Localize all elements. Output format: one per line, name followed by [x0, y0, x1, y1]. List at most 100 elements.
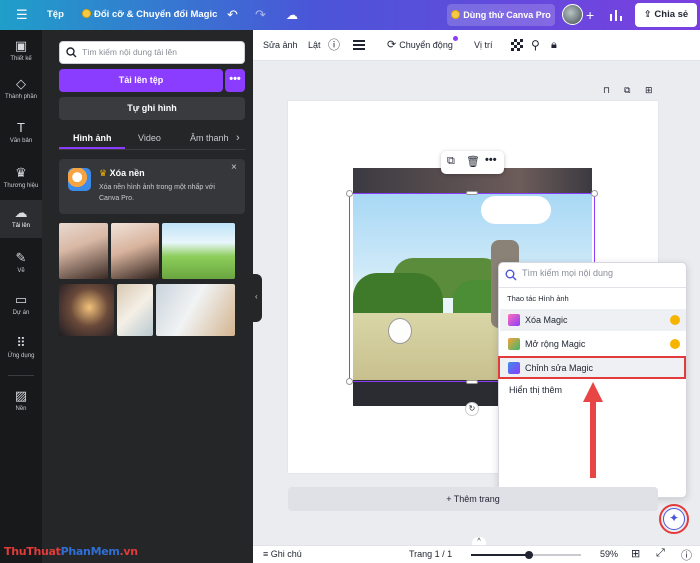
upload-thumbnail[interactable] — [117, 284, 153, 336]
upload-files-button[interactable]: Tải lên tệp — [59, 69, 223, 92]
upload-thumbnail[interactable] — [156, 284, 235, 336]
fullscreen-icon[interactable]: ⤢ — [656, 547, 665, 560]
lock-page-icon[interactable]: ⊓ — [603, 85, 610, 96]
menu-item-magic-expand[interactable]: Mở rộng Magic — [500, 333, 686, 355]
grid-view-icon[interactable]: ⊞ — [631, 547, 640, 560]
search-input[interactable]: Tìm kiếm nội dung tải lên — [59, 41, 245, 64]
record-yourself-button[interactable]: Tự ghi hình — [59, 97, 245, 120]
remove-bg-icon — [68, 168, 91, 191]
shapes-icon: ◇ — [16, 76, 26, 91]
layout-icon: ▣ — [14, 38, 28, 53]
lock-icon[interactable]: 🔒︎ — [551, 30, 557, 61]
upload-thumbnail[interactable] — [59, 284, 114, 336]
avatar[interactable] — [562, 4, 583, 25]
magic-search-input[interactable]: Tìm kiếm mọi nội dung — [522, 268, 613, 278]
paint-roller-icon[interactable]: ⚲ — [531, 30, 540, 61]
resize-menu[interactable]: Đổi cỡ & Chuyển đổi Magic — [82, 0, 217, 30]
folder-icon: ▭ — [14, 292, 28, 307]
watermark-logo: ThuThuatPhanMem.vn — [4, 545, 138, 558]
promo-title: ♛ Xóa nền — [99, 168, 145, 178]
chevron-up-icon[interactable]: ^ — [472, 537, 486, 545]
magic-search-icon — [505, 269, 517, 281]
tab-audio[interactable]: Âm thanh — [190, 128, 229, 148]
background-icon: ▨ — [14, 388, 28, 403]
notes-icon: ≡ — [263, 549, 271, 559]
zoom-slider-knob[interactable] — [525, 551, 533, 559]
edit-image-button[interactable]: Sửa ảnh — [263, 30, 298, 61]
upload-cloud-icon: ☁ — [14, 205, 28, 220]
notes-button[interactable]: ≡ Ghi chú — [263, 549, 302, 559]
remove-bg-promo[interactable]: ♛ Xóa nền Xóa nền hình ảnh trong một nhấ… — [59, 159, 245, 214]
share-button[interactable]: ⇪ Chia sẻ — [635, 3, 697, 27]
panel-collapse-handle[interactable]: ‹ — [253, 274, 262, 322]
rail-item-design[interactable]: ▣ Thiết kế — [0, 33, 42, 71]
annotation-arrow — [583, 382, 603, 478]
top-bar: ☰ Tệp Đổi cỡ & Chuyển đổi Magic ↶ ↷ ☁ Dù… — [0, 0, 700, 30]
add-page-icon[interactable]: ⊞ — [645, 85, 653, 96]
tabs-next-chevron-icon[interactable]: › — [236, 128, 240, 148]
flip-button[interactable]: Lật — [308, 30, 321, 61]
tab-images[interactable]: Hình ảnh — [73, 128, 112, 148]
notification-dot — [453, 36, 458, 41]
resize-handle[interactable] — [591, 190, 598, 197]
zoom-slider[interactable] — [471, 551, 581, 559]
rail-item-apps[interactable]: ⠿ Ứng dụng — [0, 330, 42, 368]
rail-divider — [8, 375, 34, 376]
promo-description: Xóa nền hình ảnh trong một nhấp với Canv… — [99, 184, 215, 202]
add-page-button[interactable]: + Thêm trang — [288, 487, 658, 511]
rail-item-uploads[interactable]: ☁ Tải lên — [0, 200, 42, 238]
resize-handle[interactable] — [346, 378, 353, 385]
rotate-icon[interactable]: ↻ — [465, 402, 479, 416]
crown-icon — [82, 9, 91, 18]
rail-item-draw[interactable]: ✎ Vẽ — [0, 245, 42, 283]
upload-thumbnail[interactable] — [162, 223, 235, 279]
add-collaborator-icon[interactable]: + — [586, 0, 594, 30]
rail-item-background[interactable]: ▨ Nền — [0, 383, 42, 421]
rail-item-text[interactable]: T Văn bản — [0, 115, 42, 153]
transparency-icon[interactable] — [511, 39, 523, 51]
file-menu[interactable]: Tệp — [47, 0, 64, 30]
pro-crown-icon — [670, 315, 680, 325]
rail-item-brand[interactable]: ♛ Thương hiệu — [0, 160, 42, 198]
highlight-annotation — [498, 356, 686, 379]
divider — [499, 287, 686, 288]
analytics-icon[interactable] — [609, 8, 623, 22]
element-floating-toolbar: ⧉ 🗑︎ ••• — [441, 151, 504, 174]
upload-thumbnail[interactable] — [59, 223, 108, 279]
menu-icon[interactable]: ☰ — [16, 0, 28, 30]
more-icon[interactable]: ••• — [485, 154, 497, 166]
info-icon[interactable]: ⓘ — [328, 30, 340, 61]
brand-icon: ♛ — [15, 165, 27, 180]
menu-item-magic-eraser[interactable]: Xóa Magic — [500, 309, 686, 331]
resize-handle[interactable] — [346, 190, 353, 197]
position-button[interactable]: Vị trí — [474, 30, 493, 61]
animate-button[interactable]: ⟳ Chuyển động — [387, 30, 453, 61]
page-indicator[interactable]: Trang 1 / 1 — [409, 549, 452, 559]
upload-more-button[interactable]: ••• — [225, 69, 245, 92]
zoom-level[interactable]: 59% — [600, 549, 618, 559]
rail-item-projects[interactable]: ▭ Dự án — [0, 287, 42, 325]
cloud-save-icon[interactable]: ☁ — [286, 0, 298, 30]
rail-item-elements[interactable]: ◇ Thành phần — [0, 71, 42, 109]
duplicate-page-icon[interactable]: ⧉ — [624, 85, 630, 96]
redo-icon[interactable]: ↷ — [255, 0, 266, 30]
crown-icon: ♛ — [99, 168, 110, 178]
show-more-link[interactable]: Hiển thị thêm — [509, 385, 562, 395]
try-pro-button[interactable]: Dùng thử Canva Pro — [447, 4, 555, 26]
upload-thumbnail[interactable] — [111, 223, 159, 279]
tab-video[interactable]: Video — [138, 128, 161, 148]
border-style-icon[interactable] — [353, 39, 365, 51]
help-icon[interactable]: ⓘ — [681, 547, 692, 563]
close-icon[interactable]: × — [231, 162, 237, 173]
resize-handle[interactable] — [466, 380, 478, 384]
resize-handle[interactable] — [466, 191, 478, 195]
trash-icon[interactable]: 🗑︎ — [466, 155, 480, 168]
left-rail: ▣ Thiết kế ◇ Thành phần T Văn bản ♛ Thương h… — [0, 30, 42, 563]
zoom-slider-fill — [471, 554, 529, 556]
undo-icon[interactable]: ↶ — [227, 0, 238, 30]
duplicate-icon[interactable]: ⧉ — [447, 155, 455, 168]
tab-divider — [59, 149, 245, 150]
magic-sparkle-button[interactable]: ✦ — [663, 508, 685, 530]
section-label: Thao tác Hình ảnh — [507, 294, 569, 303]
magic-eraser-icon — [508, 314, 520, 326]
